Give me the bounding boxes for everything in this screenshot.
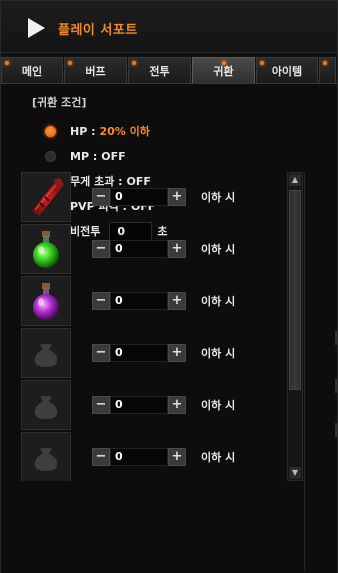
list-item: − 0 + 이하 시 — [21, 432, 283, 481]
threshold-label: 이하 시 — [201, 399, 236, 412]
tab-indicator-icon — [221, 61, 226, 65]
threshold-label: 이하 시 — [201, 295, 236, 308]
tab-indicator-icon — [132, 61, 136, 65]
decrement-button[interactable]: − — [92, 344, 110, 362]
green-potion-icon — [33, 231, 59, 268]
title-bar: 플레이 서포트 — [1, 1, 337, 53]
quantity-input[interactable]: 0 — [110, 188, 168, 206]
quantity-stepper: − 0 + — [92, 188, 188, 206]
threshold-label: 이하 시 — [201, 243, 236, 256]
tab-overflow[interactable] — [319, 57, 336, 83]
tab-label: 전투 — [149, 64, 170, 78]
panel-divider — [304, 172, 305, 572]
quantity-stepper: − 0 + — [92, 344, 188, 362]
condition-value: 20% 이하 — [99, 125, 150, 138]
tab-indicator-icon — [260, 61, 264, 65]
tab-buff[interactable]: 버프 — [64, 57, 127, 83]
tab-label: 아이템 — [271, 64, 303, 78]
red-scroll-icon — [32, 178, 64, 216]
empty-pouch-icon — [34, 448, 58, 471]
tab-bar: 메인 버프 전투 귀환 아이템 — [1, 57, 337, 83]
tab-indicator-icon — [5, 61, 9, 65]
scroll-down-icon[interactable]: ▼ — [289, 467, 301, 479]
quantity-input[interactable]: 0 — [110, 344, 168, 362]
increment-button[interactable]: + — [168, 344, 186, 362]
condition-mp[interactable]: MP : OFF — [45, 148, 126, 164]
empty-pouch-icon — [34, 344, 58, 367]
edge-marker — [335, 331, 337, 345]
tab-main[interactable]: 메인 — [1, 57, 63, 83]
scroll-thumb[interactable] — [289, 190, 301, 390]
tab-return[interactable]: 귀환 — [192, 57, 255, 83]
condition-label: HP : — [70, 124, 96, 138]
item-slot[interactable] — [21, 276, 71, 326]
empty-pouch-icon — [34, 396, 58, 419]
quantity-stepper: − 0 + — [92, 448, 188, 466]
play-icon — [28, 18, 45, 38]
tab-indicator-icon — [323, 61, 327, 65]
quantity-input[interactable]: 0 — [110, 448, 168, 466]
play-support-window: 플레이 서포트 메인 버프 전투 귀환 아이템 [귀환 조건] HP : 20%… — [0, 0, 338, 573]
decrement-button[interactable]: − — [92, 188, 110, 206]
decrement-button[interactable]: − — [92, 448, 110, 466]
item-list: − 0 + 이하 시 − 0 + 이하 시 − 0 + 이하 시 − 0 + 이… — [21, 172, 303, 481]
quantity-input[interactable]: 0 — [110, 292, 168, 310]
list-scrollbar[interactable]: ▲ ▼ — [287, 172, 303, 481]
list-item: − 0 + 이하 시 — [21, 172, 283, 224]
list-item: − 0 + 이하 시 — [21, 224, 283, 276]
radio-selected-icon[interactable] — [45, 125, 56, 137]
condition-label: MP : — [70, 149, 98, 163]
edge-marker — [335, 379, 337, 393]
item-slot[interactable] — [21, 432, 71, 481]
item-slot[interactable] — [21, 172, 71, 222]
increment-button[interactable]: + — [168, 448, 186, 466]
condition-hp[interactable]: HP : 20% 이하 — [45, 123, 150, 139]
decrement-button[interactable]: − — [92, 240, 110, 258]
increment-button[interactable]: + — [168, 292, 186, 310]
threshold-label: 이하 시 — [201, 191, 236, 204]
list-item: − 0 + 이하 시 — [21, 380, 283, 432]
tab-label: 버프 — [85, 64, 106, 78]
quantity-input[interactable]: 0 — [110, 396, 168, 414]
window-title: 플레이 서포트 — [58, 23, 138, 38]
list-item: − 0 + 이하 시 — [21, 328, 283, 380]
purple-potion-icon — [33, 283, 59, 320]
increment-button[interactable]: + — [168, 188, 186, 206]
tab-label: 메인 — [21, 64, 43, 78]
quantity-stepper: − 0 + — [92, 396, 188, 414]
quantity-stepper: − 0 + — [92, 240, 188, 258]
decrement-button[interactable]: − — [92, 292, 110, 310]
quantity-input[interactable]: 0 — [110, 240, 168, 258]
increment-button[interactable]: + — [168, 396, 186, 414]
quantity-stepper: − 0 + — [92, 292, 188, 310]
increment-button[interactable]: + — [168, 240, 186, 258]
item-slot[interactable] — [21, 380, 71, 430]
decrement-button[interactable]: − — [92, 396, 110, 414]
radio-icon[interactable] — [45, 150, 56, 162]
threshold-label: 이하 시 — [201, 451, 236, 464]
list-item: − 0 + 이하 시 — [21, 276, 283, 328]
threshold-label: 이하 시 — [201, 347, 236, 360]
condition-value: OFF — [101, 149, 126, 163]
tab-item[interactable]: 아이템 — [256, 57, 318, 83]
section-label: [귀환 조건] — [32, 96, 87, 109]
scroll-up-icon[interactable]: ▲ — [289, 174, 301, 186]
item-slot[interactable] — [21, 224, 71, 274]
item-slot[interactable] — [21, 328, 71, 378]
tab-indicator-icon — [68, 61, 72, 65]
edge-marker — [335, 423, 337, 437]
tab-combat[interactable]: 전투 — [128, 57, 191, 83]
